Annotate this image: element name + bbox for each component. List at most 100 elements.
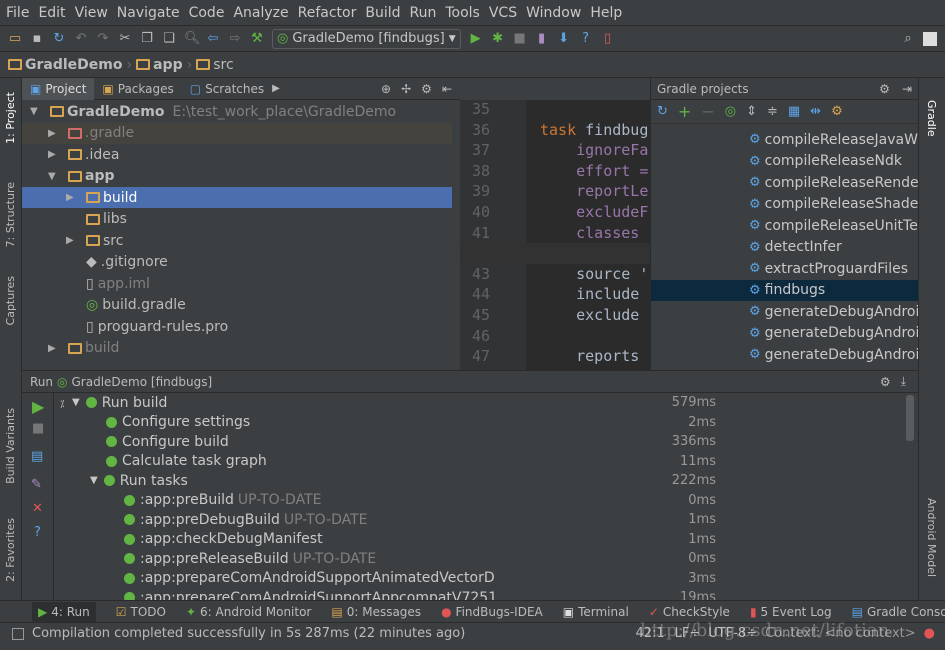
gradle-task-item[interactable]: ⚙ compileReleaseNdk [651,151,918,172]
find-icon[interactable]: 🔍︎ [184,31,201,46]
breadcrumb-item[interactable]: app [136,57,183,73]
tool-tab-gradle-console[interactable]: ▤Gradle Console [852,605,945,619]
remove-icon[interactable]: − [701,102,714,121]
menu-edit[interactable]: Edit [38,5,65,21]
build-step-row[interactable]: :app:checkDebugManifest [124,530,323,549]
tab-scratches[interactable]: ▢ Scratches [182,78,272,100]
more-tabs-icon[interactable]: ▶ [272,83,280,94]
open-icon[interactable]: ▭ [8,31,22,46]
collapse-all-icon[interactable]: ≑ [767,104,778,119]
gradle-task-item[interactable]: ⚙ compileReleaseShaders [651,194,918,215]
tool-tab-5-event-log[interactable]: ▮ 5 Event Log [750,605,832,619]
undo-icon[interactable]: ↶ [74,31,88,46]
run-icon[interactable]: ▶ [469,31,483,46]
tree-item[interactable]: ▶ .idea [22,144,452,165]
status-toggle-icon[interactable] [12,627,24,640]
sdk-manager-icon[interactable]: ⬇ [557,31,571,46]
avd-manager-icon[interactable]: ▮ [535,31,549,46]
expand-arrow-icon[interactable]: ▶ [66,192,78,203]
tool-tab-terminal[interactable]: ▣ Terminal [563,605,629,619]
save-icon[interactable]: ▪ [30,31,44,46]
settings-gear-icon[interactable]: ⚙ [879,82,890,96]
cut-icon[interactable]: ✂ [118,31,132,46]
menu-run[interactable]: Run [410,5,437,21]
event-error-icon[interactable]: ● [924,626,935,641]
build-step-row[interactable]: :app:preBuild UP-TO-DATE [124,491,321,510]
tab-packages[interactable]: ▣ Packages [94,78,181,100]
gradle-task-item[interactable]: ⚙generateDebugAndroidT [651,301,918,322]
build-step-row[interactable]: Configure settings [106,413,250,432]
expand-arrow-icon[interactable]: ▶ [48,343,60,354]
menu-tools[interactable]: Tools [445,5,480,21]
gradle-task-item[interactable]: ⚙generateDebugAndroidT [651,344,918,365]
debug-icon[interactable]: ✱ [491,31,505,46]
tool-tab-0-messages[interactable]: ▤ 0: Messages [331,605,421,619]
expand-arrow-icon[interactable]: ▶ [66,235,78,246]
run-configuration-select[interactable]: ◎ GradleDemo [findbugs] ▼ [272,28,461,49]
gradle-task-item[interactable]: ⚙ extractProguardFiles [651,258,918,279]
stop-icon[interactable]: ■ [513,31,527,46]
tool-tab-todo[interactable]: ☑ TODO [116,605,166,619]
tree-item[interactable]: ▯ proguard-rules.pro [22,316,452,337]
hide-panel-icon[interactable]: ⤓ [901,374,906,389]
menu-build[interactable]: Build [365,5,400,21]
expand-all-icon[interactable]: ⇕ [746,104,757,119]
expand-arrow-icon[interactable]: ▶ [48,128,60,139]
tree-item[interactable]: ◆ .gitignore [22,252,452,273]
expand-arrow-icon[interactable]: ▼ [72,397,80,408]
menu-file[interactable]: File [6,5,29,21]
tree-item[interactable]: ▶ src [22,230,452,251]
menu-navigate[interactable]: Navigate [117,5,180,21]
make-hammer-icon[interactable]: ⚒ [250,31,264,46]
help-icon[interactable]: ? [579,31,593,46]
tab-project[interactable]: 1: Project [4,92,17,144]
attach-project-icon[interactable]: ▦ [788,104,800,119]
settings-gear-icon[interactable]: ⚙ [421,82,432,96]
offline-mode-icon[interactable]: ⇹ [810,104,821,119]
menu-refactor[interactable]: Refactor [298,5,357,21]
menu-help[interactable]: Help [590,5,622,21]
tree-item[interactable]: ▼ app [22,166,452,187]
back-icon[interactable]: ⇦ [206,31,220,46]
hide-panel-icon[interactable]: ⇥ [902,82,912,96]
gradle-task-item[interactable]: ⚙ detectInfer [651,237,918,258]
build-step-row[interactable]: Configure build [106,432,229,451]
expand-arrow-icon[interactable]: ▼ [90,475,98,486]
copy-icon[interactable]: ❐ [140,31,154,46]
build-step-row[interactable]: Calculate task graph [106,452,267,471]
breadcrumb-item[interactable]: GradleDemo [8,57,122,73]
build-step-row[interactable]: :app:prepareComAndroidSupportAnimatedVec… [124,569,495,588]
menu-vcs[interactable]: VCS [489,5,517,21]
build-step-row[interactable]: :app:preDebugBuild UP-TO-DATE [124,510,368,529]
gradle-task-item[interactable]: ⚙ compileReleaseUnitTestJ [651,215,918,236]
build-step-row[interactable]: ▼ Run tasks [90,471,188,490]
expand-arrow-icon[interactable]: ▼ [48,171,60,182]
tree-item[interactable]: libs [22,209,452,230]
device-icon[interactable]: ▯ [601,31,615,46]
menu-code[interactable]: Code [189,5,225,21]
collapse-all-icon[interactable]: ✢ [401,82,411,96]
breadcrumb-item[interactable]: src [196,57,234,73]
tool-tab-findbugs-idea[interactable]: ● FindBugs-IDEA [441,605,543,619]
tree-item[interactable]: ▼ GradleDemo E:\test_work_place\GradleDemo [22,101,452,122]
user-icon[interactable] [923,31,937,46]
gradle-task-item[interactable]: ⚙generateDebugAndroidT [651,323,918,344]
tab-structure[interactable]: 7: Structure [4,182,17,247]
tree-item[interactable]: ▯ app.iml [22,273,452,294]
tab-favorites[interactable]: 2: Favorites [4,518,17,582]
gradle-task-item[interactable]: ⚙compileReleaseJavaWith [651,129,918,150]
add-icon[interactable]: + [678,102,691,121]
tree-item[interactable]: ▶ build [22,187,452,208]
tree-item[interactable]: ▶ build [22,338,452,359]
expand-arrow-icon[interactable]: ▼ [30,106,42,117]
expand-arrow-icon[interactable]: ▶ [48,149,60,160]
menu-window[interactable]: Window [526,5,581,21]
tab-gradle[interactable]: Gradle [925,100,938,137]
settings-gear-icon[interactable]: ⚙ [880,375,891,389]
tab-android-model[interactable]: Android Model [925,498,938,577]
paste-icon[interactable]: ❏ [162,31,176,46]
gradle-settings-icon[interactable]: ⚙ [831,104,843,119]
redo-icon[interactable]: ↷ [96,31,110,46]
menu-view[interactable]: View [75,5,108,21]
tree-item[interactable]: ◎ build.gradle [22,295,452,316]
